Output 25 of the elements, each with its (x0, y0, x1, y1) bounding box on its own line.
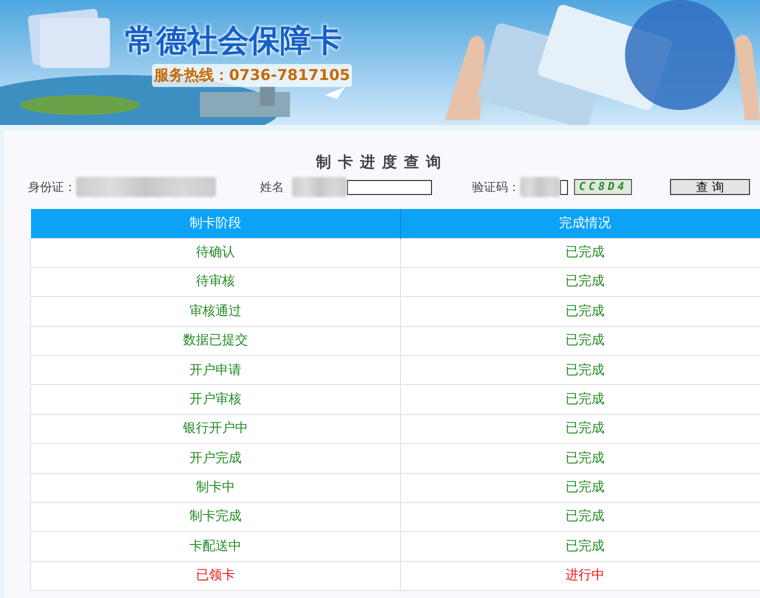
stage-cell: 待审核 (30, 267, 400, 297)
stage-cell: 卡配送中 (30, 532, 400, 562)
stage-cell: 开户审核 (30, 384, 400, 414)
stage-cell: 制卡中 (30, 473, 400, 503)
page-title: 制卡进度查询 (316, 153, 448, 171)
column-header: 完成情况 (400, 209, 760, 238)
stage-cell: 已领卡 (30, 561, 400, 591)
column-header: 制卡阶段 (30, 209, 400, 238)
name-field[interactable] (292, 177, 432, 197)
id-field[interactable] (76, 177, 216, 197)
stage-cell: 数据已提交 (30, 326, 400, 356)
captcha-label: 验证码： (472, 179, 520, 196)
stage-cell: 开户完成 (30, 444, 400, 474)
banner-title: 常德社会保障卡 (125, 22, 342, 61)
captcha-image: CC8D4 (574, 179, 632, 195)
stage-cell: 开户申请 (30, 356, 400, 385)
status-cell: 已完成 (400, 238, 760, 268)
stage-cell: 银行开户中 (30, 414, 400, 444)
stage-cell: 审核通过 (30, 296, 400, 326)
stage-cell: 制卡完成 (30, 502, 400, 532)
captcha-field[interactable] (520, 177, 568, 197)
stage-cell: 待确认 (30, 238, 400, 268)
query-button[interactable]: 查 询 (670, 179, 750, 195)
name-label: 姓名 (260, 179, 284, 196)
id-label: 身份证： (28, 179, 76, 196)
